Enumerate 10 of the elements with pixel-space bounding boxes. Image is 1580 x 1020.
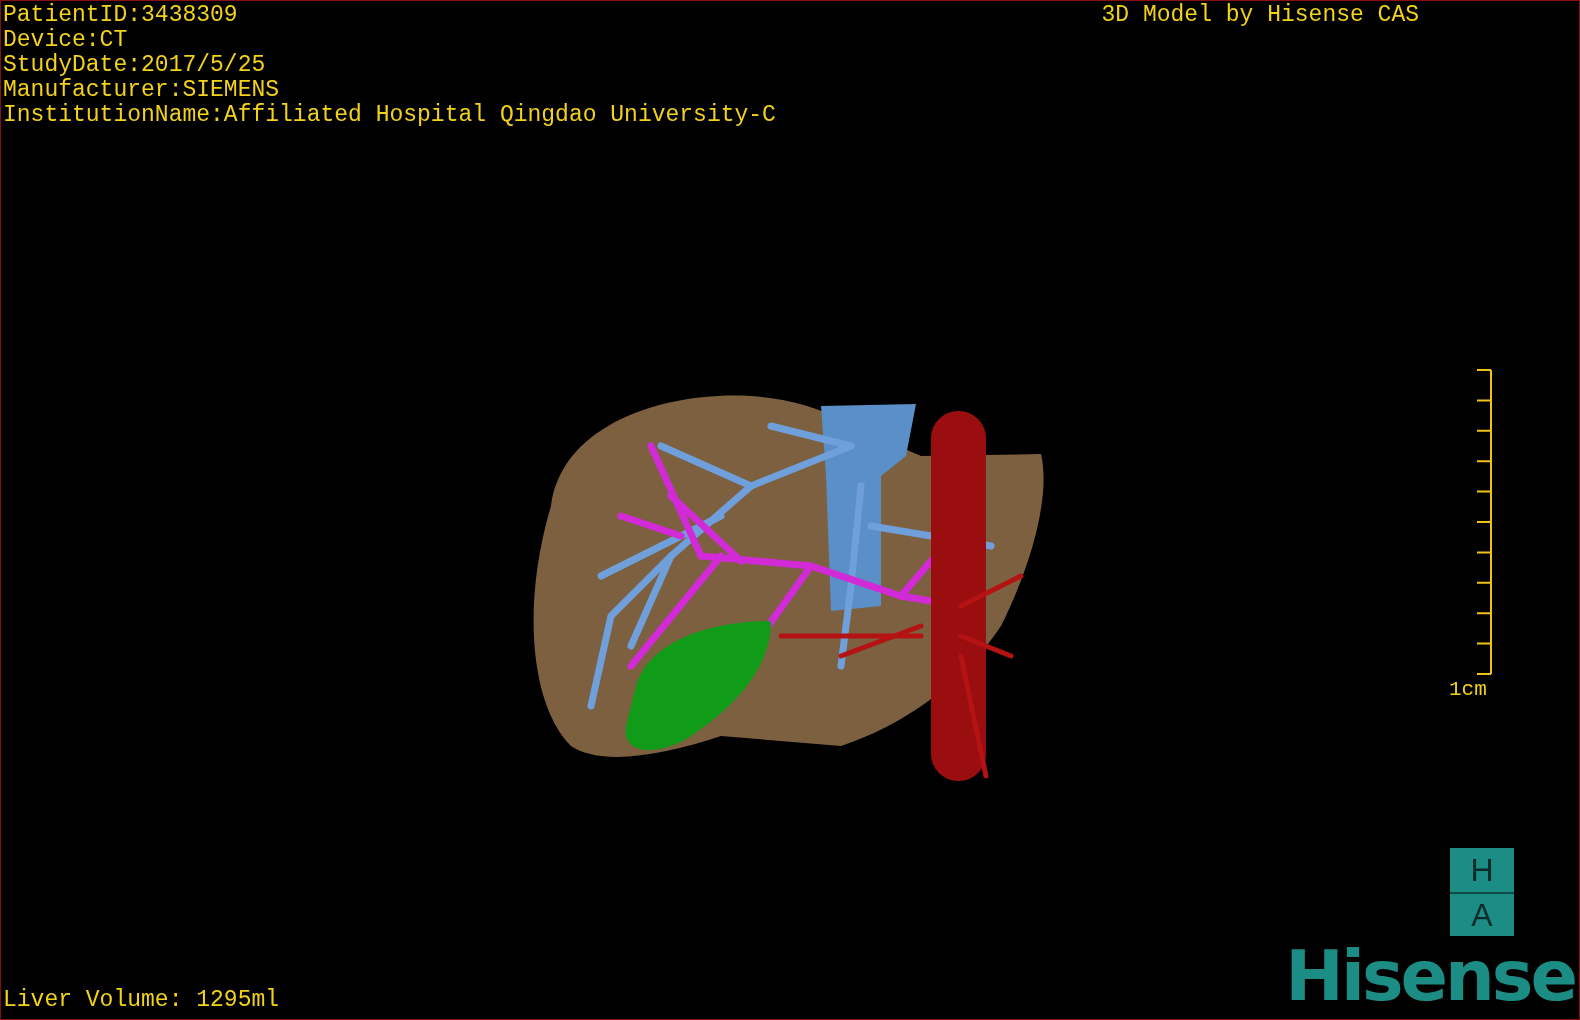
device: Device:CT xyxy=(3,28,129,53)
scale-label: 1cm xyxy=(1449,677,1487,702)
manufacturer: Manufacturer:SIEMENS xyxy=(3,78,281,103)
orientation-marker: H A xyxy=(1450,848,1514,936)
liver-volume: Liver Volume: 1295ml xyxy=(3,988,280,1013)
patient-id: PatientID:3438309 xyxy=(3,3,239,28)
viewer-title: 3D Model by Hisense CAS xyxy=(1101,3,1419,30)
study-date: StudyDate:2017/5/25 xyxy=(3,53,267,78)
institution-name: InstitutionName:Affiliated Hospital Qingdao University-C xyxy=(3,103,776,128)
logo-text: Hisense xyxy=(1285,941,1575,1011)
